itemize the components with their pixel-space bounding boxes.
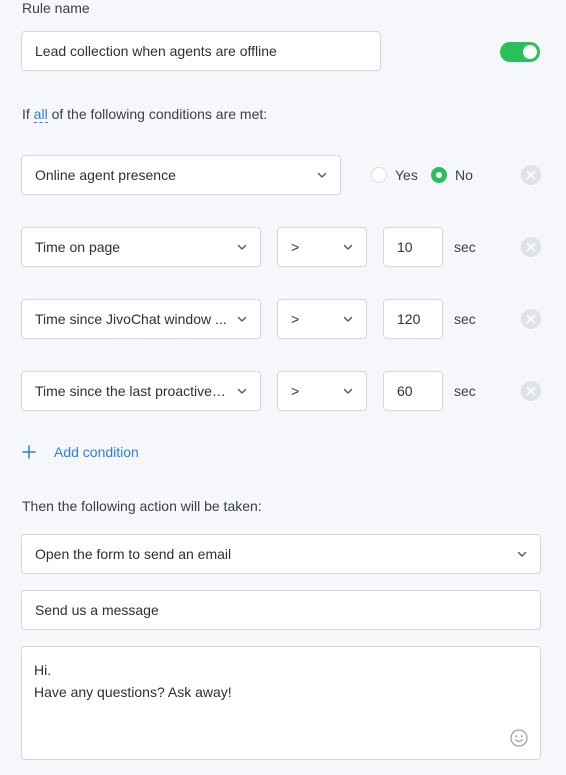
condition-2-value: 10 xyxy=(397,239,413,255)
message-line-1: Hi. xyxy=(34,662,52,678)
condition-4-value: 60 xyxy=(397,383,413,399)
radio-yes[interactable] xyxy=(371,167,387,183)
form-title-value: Send us a message xyxy=(35,602,159,618)
rule-name-input[interactable]: Lead collection when agents are offline xyxy=(21,31,381,71)
condition-2-unit: sec xyxy=(454,239,476,255)
conditions-header: If all of the following conditions are m… xyxy=(22,106,268,123)
condition-3-operator-value: > xyxy=(291,311,300,327)
chevron-down-icon xyxy=(237,244,247,250)
conditions-prefix: If xyxy=(22,106,30,122)
condition-1-field-value: Online agent presence xyxy=(35,167,176,183)
remove-condition-2-button[interactable] xyxy=(521,237,541,257)
condition-3-unit: sec xyxy=(454,311,476,327)
remove-condition-4-button[interactable] xyxy=(521,381,541,401)
condition-2-operator-select[interactable]: > xyxy=(277,227,367,267)
rule-enabled-toggle[interactable] xyxy=(500,42,540,62)
chevron-down-icon xyxy=(237,316,247,322)
condition-4-value-input[interactable]: 60 xyxy=(383,371,443,411)
form-title-input[interactable]: Send us a message xyxy=(21,590,541,630)
toggle-knob xyxy=(523,45,537,59)
message-line-2: Have any questions? Ask away! xyxy=(34,684,232,700)
chevron-down-icon xyxy=(317,172,327,178)
condition-3-value: 120 xyxy=(397,311,421,327)
condition-2-field-value: Time on page xyxy=(35,239,121,255)
close-icon xyxy=(526,314,536,324)
message-textarea[interactable]: Hi. Have any questions? Ask away! xyxy=(21,646,541,760)
condition-4-field-select[interactable]: Time since the last proactive i... xyxy=(21,371,261,411)
radio-yes-label: Yes xyxy=(395,167,418,183)
condition-3-field-select[interactable]: Time since JivoChat window ... xyxy=(21,299,261,339)
rule-name-label: Rule name xyxy=(22,0,90,16)
condition-4-field-value: Time since the last proactive i... xyxy=(35,383,229,399)
radio-no[interactable] xyxy=(431,167,447,183)
condition-4-operator-value: > xyxy=(291,383,300,399)
plus-icon xyxy=(22,445,36,459)
chevron-down-icon xyxy=(343,316,353,322)
close-icon xyxy=(526,242,536,252)
condition-1-field-select[interactable]: Online agent presence xyxy=(21,155,341,195)
action-label: Then the following action will be taken: xyxy=(22,498,262,514)
chevron-down-icon xyxy=(343,388,353,394)
close-icon xyxy=(526,170,536,180)
condition-2-field-select[interactable]: Time on page xyxy=(21,227,261,267)
chevron-down-icon xyxy=(517,551,527,557)
condition-3-value-input[interactable]: 120 xyxy=(383,299,443,339)
chevron-down-icon xyxy=(343,244,353,250)
condition-2-value-input[interactable]: 10 xyxy=(383,227,443,267)
conditions-suffix: of the following conditions are met: xyxy=(51,106,268,122)
condition-3-operator-select[interactable]: > xyxy=(277,299,367,339)
remove-condition-1-button[interactable] xyxy=(521,165,541,185)
condition-3-field-value: Time since JivoChat window ... xyxy=(35,311,227,327)
condition-4-operator-select[interactable]: > xyxy=(277,371,367,411)
radio-no-label: No xyxy=(455,167,473,183)
quantifier-link[interactable]: all xyxy=(33,106,48,123)
emoji-icon[interactable] xyxy=(510,729,528,747)
condition-2-operator-value: > xyxy=(291,239,300,255)
add-condition-button[interactable]: Add condition xyxy=(22,444,139,460)
remove-condition-3-button[interactable] xyxy=(521,309,541,329)
close-icon xyxy=(526,386,536,396)
rule-name-value: Lead collection when agents are offline xyxy=(35,43,277,59)
condition-4-unit: sec xyxy=(454,383,476,399)
action-select[interactable]: Open the form to send an email xyxy=(21,534,541,574)
action-select-value: Open the form to send an email xyxy=(35,546,232,562)
chevron-down-icon xyxy=(237,388,247,394)
add-condition-label: Add condition xyxy=(54,444,139,460)
